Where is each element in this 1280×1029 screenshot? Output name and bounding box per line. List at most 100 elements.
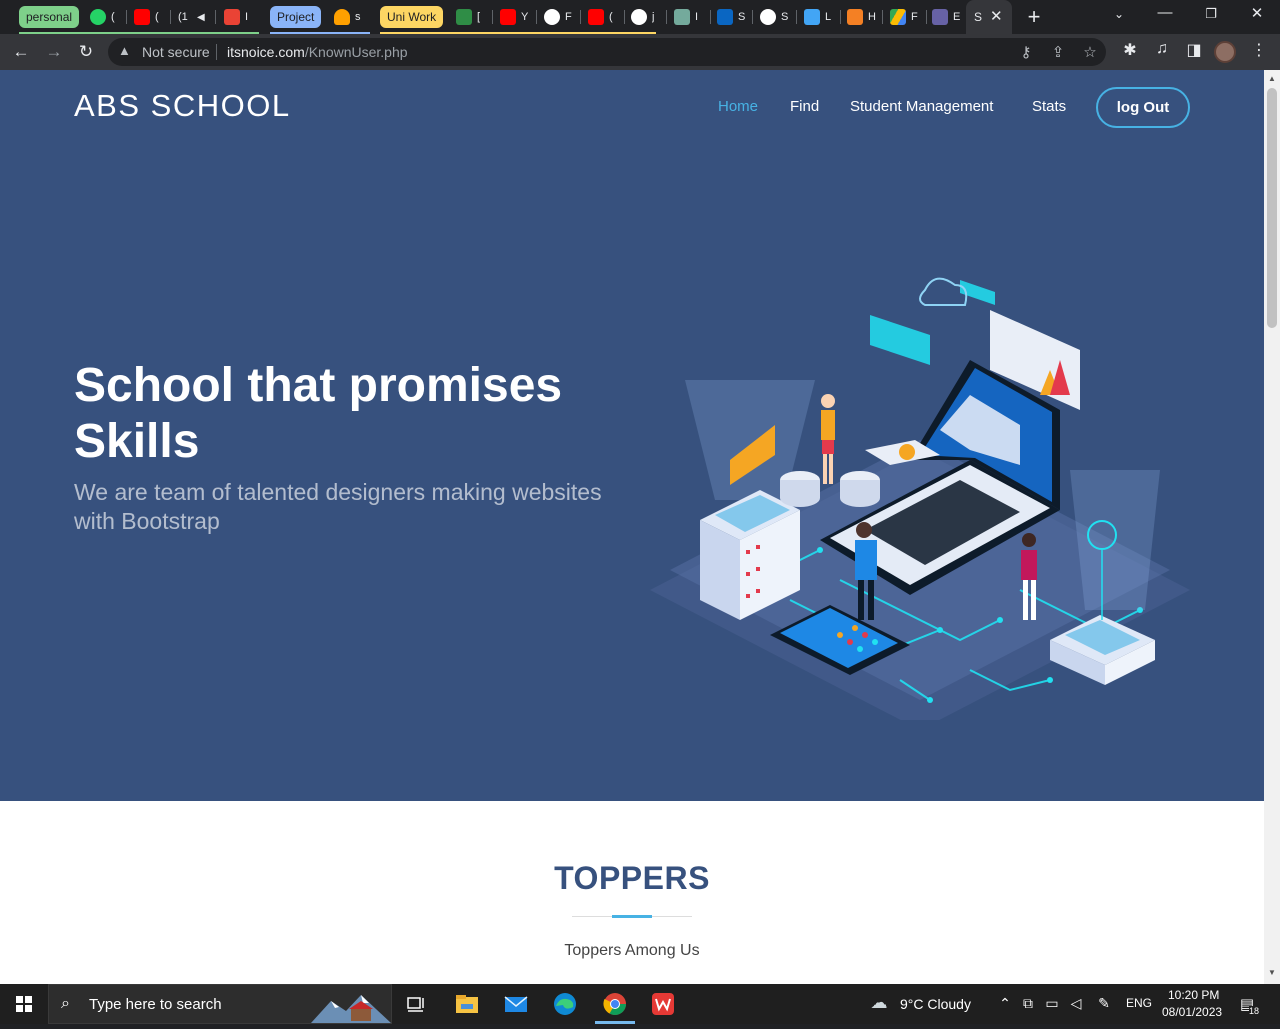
key-icon[interactable]: ⚷ bbox=[1016, 43, 1036, 61]
tab-linkedin[interactable]: S bbox=[717, 7, 757, 27]
url-text[interactable]: itsnoice.com/KnownUser.php bbox=[227, 44, 408, 60]
tab-flutter[interactable]: L bbox=[804, 7, 844, 27]
pen-icon[interactable]: ✎ bbox=[1095, 995, 1113, 1012]
logout-button[interactable]: log Out bbox=[1096, 87, 1190, 128]
file-explorer-icon[interactable] bbox=[453, 990, 481, 1018]
close-tab-icon[interactable]: ✕ bbox=[990, 7, 1003, 25]
search-icon: ⌕ bbox=[61, 995, 70, 1012]
tab-group-project[interactable]: Project bbox=[270, 6, 322, 28]
nav-student-management[interactable]: Student Management bbox=[850, 98, 993, 115]
url-host: itsnoice.com bbox=[227, 44, 305, 60]
active-tab[interactable]: S ✕ bbox=[966, 0, 1012, 34]
security-label[interactable]: Not secure bbox=[142, 44, 210, 60]
bookmark-star-icon[interactable]: ☆ bbox=[1080, 43, 1100, 61]
scrollbar-thumb[interactable] bbox=[1267, 88, 1277, 328]
back-button[interactable]: ← bbox=[9, 40, 33, 64]
notification-count: 18 bbox=[1249, 1006, 1260, 1016]
restore-button[interactable]: ❐ bbox=[1196, 6, 1226, 22]
meet-now-icon[interactable]: ⧉ bbox=[1019, 995, 1037, 1012]
tab-youtube-3[interactable]: ( bbox=[588, 7, 628, 27]
address-bar[interactable]: ▲ Not secure itsnoice.com/KnownUser.php … bbox=[108, 38, 1106, 66]
url-path: /KnownUser.php bbox=[304, 44, 408, 60]
tab-github-3[interactable]: S bbox=[760, 7, 800, 27]
youtube-icon bbox=[134, 9, 150, 25]
tab-title: I bbox=[245, 11, 249, 23]
windows-logo-icon bbox=[16, 996, 32, 1012]
tab-search-icon[interactable]: ⌄ bbox=[1104, 7, 1134, 21]
chevron-up-icon[interactable]: ⌃ bbox=[996, 995, 1014, 1012]
geeksforgeeks-icon bbox=[456, 9, 472, 25]
tab-github[interactable]: F bbox=[544, 7, 584, 27]
site-logo[interactable]: ABS SCHOOL bbox=[74, 88, 291, 124]
chrome-icon[interactable] bbox=[595, 990, 635, 1024]
start-button[interactable] bbox=[0, 984, 48, 1024]
task-view-icon[interactable] bbox=[402, 990, 430, 1018]
tab-chatgpt[interactable]: I bbox=[674, 7, 714, 27]
tab-divider bbox=[796, 10, 797, 24]
nav-stats[interactable]: Stats bbox=[1032, 98, 1066, 115]
extensions-icon[interactable]: ✱ bbox=[1118, 40, 1142, 60]
whatsapp-icon bbox=[90, 9, 106, 25]
webpage: ABS SCHOOL Home Find Student Management … bbox=[0, 70, 1264, 984]
speaker-icon: ◀ bbox=[197, 11, 205, 23]
page-scrollbar[interactable]: ▲ ▼ bbox=[1264, 70, 1280, 984]
warning-icon[interactable]: ▲ bbox=[118, 43, 132, 58]
github-icon bbox=[760, 9, 776, 25]
tab-github-2[interactable]: j bbox=[631, 7, 671, 27]
minimize-button[interactable]: — bbox=[1150, 4, 1180, 21]
edge-icon[interactable] bbox=[551, 990, 579, 1018]
menu-icon[interactable]: ⋮ bbox=[1247, 40, 1271, 60]
share-icon[interactable]: ⇪ bbox=[1048, 43, 1068, 61]
reload-button[interactable]: ↻ bbox=[74, 40, 98, 64]
scroll-down-arrow[interactable]: ▼ bbox=[1267, 968, 1277, 977]
tab-firebase[interactable]: s bbox=[334, 7, 374, 27]
github-icon bbox=[544, 9, 560, 25]
browser-toolbar: ← → ↻ ▲ Not secure itsnoice.com/KnownUse… bbox=[0, 34, 1280, 70]
chatgpt-icon bbox=[674, 9, 690, 25]
profile-avatar[interactable] bbox=[1214, 41, 1236, 63]
tab-whatsapp[interactable]: ( bbox=[90, 7, 130, 27]
forward-button[interactable]: → bbox=[42, 40, 66, 64]
youtube-icon bbox=[500, 9, 516, 25]
search-highlight-image bbox=[311, 995, 391, 1023]
tab-drive[interactable]: F bbox=[890, 7, 930, 27]
taskbar-search[interactable]: ⌕ Type here to search bbox=[48, 984, 392, 1024]
clock-date[interactable]: 08/01/2023 bbox=[1162, 1005, 1222, 1019]
tab-group-personal[interactable]: personal bbox=[19, 6, 80, 28]
clock-time[interactable]: 10:20 PM bbox=[1168, 988, 1219, 1002]
tab-title: ( bbox=[609, 11, 613, 23]
nav-find[interactable]: Find bbox=[790, 98, 819, 115]
tab-divider bbox=[126, 10, 127, 24]
new-tab-button[interactable]: + bbox=[1024, 4, 1044, 30]
scroll-up-arrow[interactable]: ▲ bbox=[1267, 74, 1277, 83]
tab-title: H bbox=[868, 11, 876, 23]
tab-youtube-audio[interactable]: (1 ◀ bbox=[178, 7, 218, 27]
hero-section: ABS SCHOOL Home Find Student Management … bbox=[0, 70, 1264, 801]
tab-title: F bbox=[565, 11, 572, 23]
tab-geeksforgeeks[interactable]: [ bbox=[456, 7, 496, 27]
hero-subtitle: We are team of talented designers making… bbox=[74, 479, 602, 534]
nav-home[interactable]: Home bbox=[718, 98, 758, 115]
network-icon[interactable]: ▭ bbox=[1043, 995, 1061, 1012]
volume-icon[interactable]: ◁ bbox=[1067, 995, 1085, 1012]
language-indicator[interactable]: ENG bbox=[1126, 996, 1152, 1010]
media-control-icon[interactable]: ♫ bbox=[1150, 40, 1174, 58]
browser-tab-strip: personal ( ( (1 ◀ I Project s Uni Work [ … bbox=[0, 0, 1280, 34]
wps-office-icon[interactable] bbox=[649, 990, 677, 1018]
tab-youtube-2[interactable]: Y bbox=[500, 7, 540, 27]
heroku-icon bbox=[932, 9, 948, 25]
cloud-icon[interactable]: ☁ bbox=[870, 993, 888, 1013]
tab-youtube[interactable]: ( bbox=[134, 7, 174, 27]
tab-title: Y bbox=[521, 11, 529, 23]
tab-divider bbox=[926, 10, 927, 24]
close-window-button[interactable]: ✕ bbox=[1242, 4, 1272, 22]
side-panel-icon[interactable]: ◨ bbox=[1182, 40, 1206, 60]
tab-divider bbox=[840, 10, 841, 24]
tab-gmail[interactable]: I bbox=[224, 7, 264, 27]
weather-label[interactable]: 9°C Cloudy bbox=[900, 996, 971, 1012]
tab-stackoverflow[interactable]: H bbox=[847, 7, 887, 27]
heading-divider-accent bbox=[612, 915, 652, 918]
tab-title: L bbox=[825, 11, 832, 23]
mail-icon[interactable] bbox=[502, 990, 530, 1018]
tab-group-uni-work[interactable]: Uni Work bbox=[380, 6, 444, 28]
